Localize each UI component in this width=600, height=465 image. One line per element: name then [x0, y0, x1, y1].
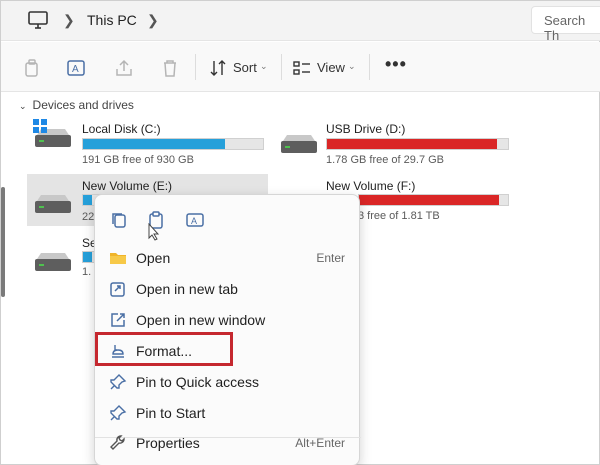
context-menu: A Open Enter Open in new tab Open in new…: [94, 194, 361, 465]
menu-item-label: Open: [136, 250, 171, 266]
menu-item-shortcut: Enter: [316, 251, 345, 265]
folder-icon: [110, 253, 126, 264]
menu-item-label: Open in new window: [136, 312, 266, 328]
rename-icon[interactable]: A: [185, 210, 205, 230]
sort-icon[interactable]: [207, 57, 229, 79]
drive-free-space: 3 free of 1.81 TB: [358, 210, 440, 222]
menu-item-shortcut: Alt+Enter: [295, 436, 345, 450]
search-input[interactable]: Search Th: [531, 6, 600, 43]
toolbar-divider: [195, 54, 196, 80]
menu-item-pin-quick-access[interactable]: Pin to Quick access: [95, 367, 361, 397]
sort-button[interactable]: Sort: [233, 60, 257, 75]
menu-item-pin-start[interactable]: Pin to Start: [95, 398, 361, 428]
menu-item-open-new-tab[interactable]: Open in new tab: [95, 274, 361, 304]
new-window-icon: [111, 313, 125, 327]
drive-free-space: 22: [82, 211, 95, 223]
chevron-down-icon[interactable]: ⌄: [260, 61, 268, 72]
windows-logo-icon: [33, 119, 47, 133]
view-button[interactable]: View: [317, 60, 345, 75]
menu-item-label: Properties: [136, 435, 200, 451]
menu-item-label: Pin to Quick access: [136, 374, 259, 390]
svg-text:A: A: [72, 64, 79, 75]
storage-bar: [82, 138, 264, 150]
storage-bar: [326, 138, 509, 150]
toolbar-divider: [369, 54, 370, 80]
pin-icon: [110, 374, 127, 390]
rename-icon[interactable]: A: [65, 57, 87, 79]
copy-icon[interactable]: [21, 57, 43, 79]
chevron-down-icon[interactable]: ⌄: [19, 101, 27, 111]
drive-name: New Volume (E:): [82, 179, 173, 193]
storage-bar: [358, 194, 509, 206]
menu-item-properties[interactable]: Properties Alt+Enter: [95, 428, 361, 458]
chevron-right-icon[interactable]: ❯: [147, 12, 159, 29]
section-header-devices[interactable]: ⌄ Devices and drives: [19, 98, 134, 112]
hard-drive-icon: [35, 253, 71, 271]
chevron-down-icon[interactable]: ⌄: [348, 61, 356, 72]
hard-drive-icon: [281, 135, 317, 153]
mouse-cursor-icon: [148, 223, 160, 241]
share-icon[interactable]: [113, 57, 135, 79]
address-bar: ❯ This PC ❯ Search Th: [1, 1, 600, 43]
menu-item-open-new-window[interactable]: Open in new window: [95, 305, 361, 335]
hard-drive-icon: [35, 195, 71, 213]
new-tab-icon: [110, 282, 125, 297]
this-pc-icon[interactable]: [27, 10, 49, 30]
storage-bar-fill: [83, 252, 92, 262]
scrollbar[interactable]: [1, 187, 5, 297]
svg-text:A: A: [191, 216, 197, 226]
breadcrumb-this-pc[interactable]: This PC: [87, 12, 137, 28]
more-options-button[interactable]: •••: [385, 54, 407, 75]
storage-bar-fill: [359, 195, 500, 205]
delete-icon[interactable]: [159, 57, 181, 79]
toolbar-divider: [281, 54, 282, 80]
pin-icon: [110, 405, 127, 421]
menu-item-label: Open in new tab: [136, 281, 238, 297]
format-highlight-box: [95, 332, 233, 366]
explorer-window: ❯ This PC ❯ Search Th A Sort ⌄ View ⌄ ••…: [0, 0, 600, 465]
drive-name: New Volume (F:): [326, 179, 416, 193]
command-bar: A Sort ⌄ View ⌄ •••: [1, 42, 600, 92]
drive-free-space: 191 GB free of 930 GB: [82, 154, 194, 166]
chevron-right-icon[interactable]: ❯: [63, 12, 75, 29]
copy-icon[interactable]: [109, 210, 129, 230]
storage-bar-fill: [327, 139, 498, 149]
menu-item-label: Pin to Start: [136, 405, 206, 421]
drive-free-space: 1.78 GB free of 29.7 GB: [326, 154, 445, 166]
view-icon[interactable]: [291, 57, 313, 79]
drive-name: Local Disk (C:): [82, 122, 161, 136]
storage-bar-fill: [83, 195, 92, 205]
drive-name: USB Drive (D:): [326, 122, 406, 136]
drive-free-space: 1.: [82, 266, 92, 278]
section-title: Devices and drives: [32, 98, 134, 112]
storage-bar-fill: [83, 139, 226, 149]
menu-item-open[interactable]: Open Enter: [95, 243, 361, 273]
wrench-icon: [110, 435, 125, 450]
